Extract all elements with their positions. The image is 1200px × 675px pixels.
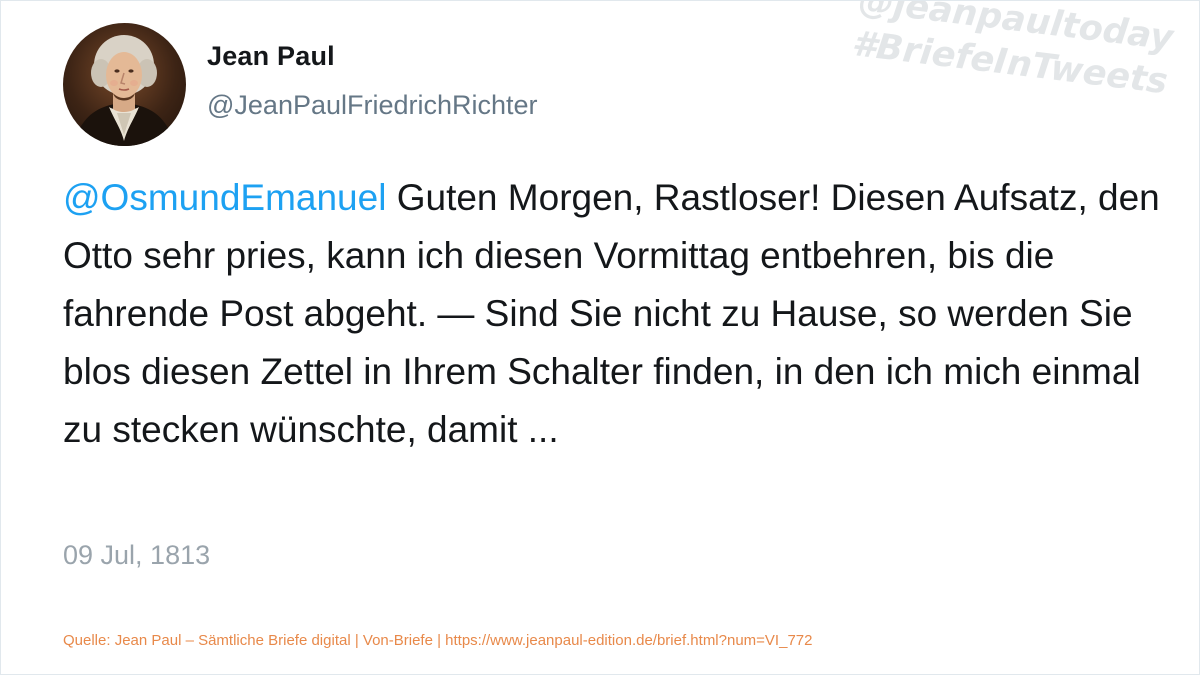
mention-link[interactable]: @OsmundEmanuel <box>63 177 386 218</box>
avatar[interactable] <box>63 23 186 146</box>
watermark: @jeanpaultoday #BriefeInTweets <box>849 1 1175 104</box>
author-display-name[interactable]: Jean Paul <box>207 41 335 72</box>
portrait-icon <box>73 35 175 146</box>
author-handle[interactable]: @JeanPaulFriedrichRichter <box>207 90 538 121</box>
tweet-text: @OsmundEmanuel Guten Morgen, Rastloser! … <box>63 169 1163 459</box>
source-citation: Quelle: Jean Paul – Sämtliche Briefe dig… <box>63 632 813 649</box>
tweet-card: Jean Paul @JeanPaulFriedrichRichter @jea… <box>0 0 1200 675</box>
tweet-date: 09 Jul, 1813 <box>63 540 211 570</box>
